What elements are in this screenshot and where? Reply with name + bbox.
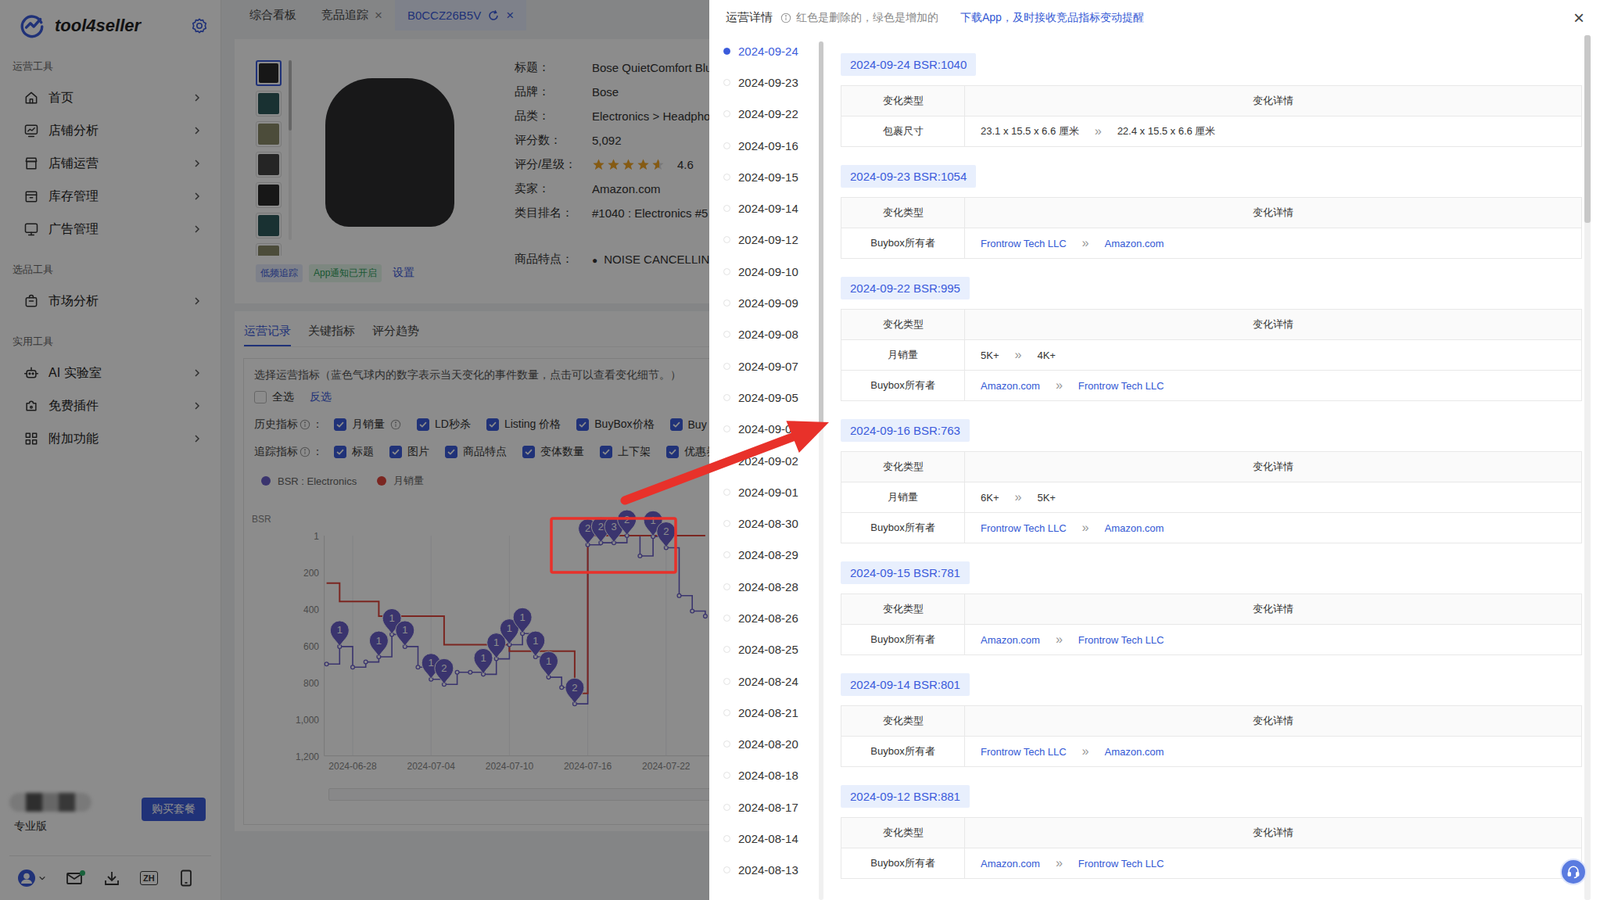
table-row: Buybox所有者 Frontrow Tech LLC » Amazon.com xyxy=(841,227,1582,259)
date-item[interactable]: 2024-08-28 xyxy=(723,570,819,603)
date-item[interactable]: 2024-08-21 xyxy=(723,696,819,729)
date-item[interactable]: 2024-09-10 xyxy=(723,255,819,287)
date-item[interactable]: 2024-08-26 xyxy=(723,602,819,634)
date-item[interactable]: 2024-09-04 xyxy=(723,413,819,445)
entry-heading: 2024-09-22 BSR:995 xyxy=(840,276,970,300)
date-item[interactable]: 2024-09-23 xyxy=(723,66,819,98)
entry-heading: 2024-09-12 BSR:881 xyxy=(840,785,970,808)
entry-heading: 2024-09-16 BSR:763 xyxy=(840,419,970,442)
date-item[interactable]: 2024-09-14 xyxy=(723,192,819,224)
scrollbar[interactable] xyxy=(818,41,824,900)
entry-heading: 2024-09-23 BSR:1054 xyxy=(840,165,976,188)
arrow-shaft xyxy=(624,436,795,501)
entry-heading: 2024-09-14 BSR:801 xyxy=(840,673,970,696)
date-timeline: 2024-09-242024-09-232024-09-222024-09-16… xyxy=(709,35,829,900)
change-table: 变化类型 变化详情 包裹尺寸 23.1 x 15.5 x 6.6 厘米 » 22… xyxy=(840,85,1583,148)
date-item[interactable]: 2024-09-07 xyxy=(723,350,819,382)
modal-overlay[interactable] xyxy=(0,0,710,900)
table-row: Buybox所有者 Frontrow Tech LLC » Amazon.com xyxy=(841,735,1582,767)
date-item[interactable]: 2024-08-20 xyxy=(723,728,819,761)
highlight-box xyxy=(551,518,676,573)
app-window: tool4seller 运营工具 首页 店铺分析 店铺运营 库存管理 广告管理 … xyxy=(0,0,1600,900)
details-drawer: 运营详情 红色是删除的，绿色是增加的 下载App，及时接收竞品指标变动提醒 × … xyxy=(709,0,1600,900)
entry-heading: 2024-09-24 BSR:1040 xyxy=(840,53,976,76)
date-item[interactable]: 2024-08-18 xyxy=(723,760,819,792)
change-entry: 2024-09-23 BSR:1054 变化类型 变化详情 Buybox所有者 … xyxy=(840,165,1583,259)
change-entry: 2024-09-24 BSR:1040 变化类型 变化详情 包裹尺寸 23.1 … xyxy=(840,53,1583,148)
support-button[interactable] xyxy=(1560,858,1587,886)
date-item[interactable]: 2024-08-29 xyxy=(723,539,819,571)
info-icon[interactable] xyxy=(780,12,792,24)
date-item[interactable]: 2024-09-09 xyxy=(723,286,819,319)
change-entry: 2024-09-15 BSR:781 变化类型 变化详情 Buybox所有者 A… xyxy=(840,561,1583,656)
date-item[interactable]: 2024-09-24 xyxy=(723,35,819,67)
table-row: Buybox所有者 Amazon.com » Frontrow Tech LLC xyxy=(841,369,1582,401)
table-row: Buybox所有者 Amazon.com » Frontrow Tech LLC xyxy=(841,624,1582,655)
change-table: 变化类型 变化详情 Buybox所有者 Frontrow Tech LLC » … xyxy=(840,197,1583,259)
table-row: 月销量 6K+ » 5K+ xyxy=(841,481,1582,513)
headset-icon xyxy=(1565,864,1582,880)
date-item[interactable]: 2024-08-17 xyxy=(723,791,819,823)
change-table: 变化类型 变化详情 Buybox所有者 Amazon.com » Frontro… xyxy=(840,817,1583,879)
date-item[interactable]: 2024-09-01 xyxy=(723,476,819,508)
table-row: 包裹尺寸 23.1 x 15.5 x 6.6 厘米 » 22.4 x 15.5 … xyxy=(841,115,1582,147)
table-row: Buybox所有者 Amazon.com » Frontrow Tech LLC xyxy=(841,847,1582,879)
app-download-link[interactable]: 下载App，及时接收竞品指标变动提醒 xyxy=(960,10,1145,26)
drawer-header: 运营详情 红色是删除的，绿色是增加的 下载App，及时接收竞品指标变动提醒 × xyxy=(709,0,1600,36)
date-item[interactable]: 2024-09-15 xyxy=(723,161,819,193)
date-item[interactable]: 2024-09-02 xyxy=(723,444,819,477)
change-entry: 2024-09-12 BSR:881 变化类型 变化详情 Buybox所有者 A… xyxy=(840,785,1583,879)
close-button[interactable]: × xyxy=(1573,8,1585,28)
change-list: 2024-09-24 BSR:1040 变化类型 变化详情 包裹尺寸 23.1 … xyxy=(828,35,1600,900)
date-item[interactable]: 2024-08-13 xyxy=(723,854,819,887)
date-item[interactable]: 2024-08-14 xyxy=(723,822,819,854)
arrow-icon xyxy=(785,420,829,453)
change-entry: 2024-09-14 BSR:801 变化类型 变化详情 Buybox所有者 F… xyxy=(840,673,1583,768)
date-item[interactable]: 2024-09-22 xyxy=(723,98,819,130)
change-table: 变化类型 变化详情 Buybox所有者 Frontrow Tech LLC » … xyxy=(840,705,1583,768)
table-row: Buybox所有者 Frontrow Tech LLC » Amazon.com xyxy=(841,512,1582,543)
change-entry: 2024-09-22 BSR:995 变化类型 变化详情 月销量 5K+ » 4… xyxy=(840,276,1583,402)
change-table: 变化类型 变化详情 Buybox所有者 Amazon.com » Frontro… xyxy=(840,593,1583,656)
date-item[interactable]: 2024-09-12 xyxy=(723,224,819,256)
date-item[interactable]: 2024-09-16 xyxy=(723,129,819,162)
date-item[interactable]: 2024-09-08 xyxy=(723,319,819,351)
change-entry: 2024-09-16 BSR:763 变化类型 变化详情 月销量 6K+ » 5… xyxy=(840,419,1583,544)
table-row: 月销量 5K+ » 4K+ xyxy=(841,339,1582,370)
date-item[interactable]: 2024-09-05 xyxy=(723,381,819,413)
date-item[interactable]: 2024-08-24 xyxy=(723,665,819,697)
change-table: 变化类型 变化详情 月销量 5K+ » 4K+Buybox所有者 Amazon.… xyxy=(840,308,1583,402)
change-table: 变化类型 变化详情 月销量 6K+ » 5K+Buybox所有者 Frontro… xyxy=(840,451,1583,544)
entry-heading: 2024-09-15 BSR:781 xyxy=(840,561,970,585)
scrollbar[interactable] xyxy=(1584,35,1591,900)
date-item[interactable]: 2024-08-25 xyxy=(723,634,819,666)
date-item[interactable]: 2024-08-30 xyxy=(723,507,819,539)
